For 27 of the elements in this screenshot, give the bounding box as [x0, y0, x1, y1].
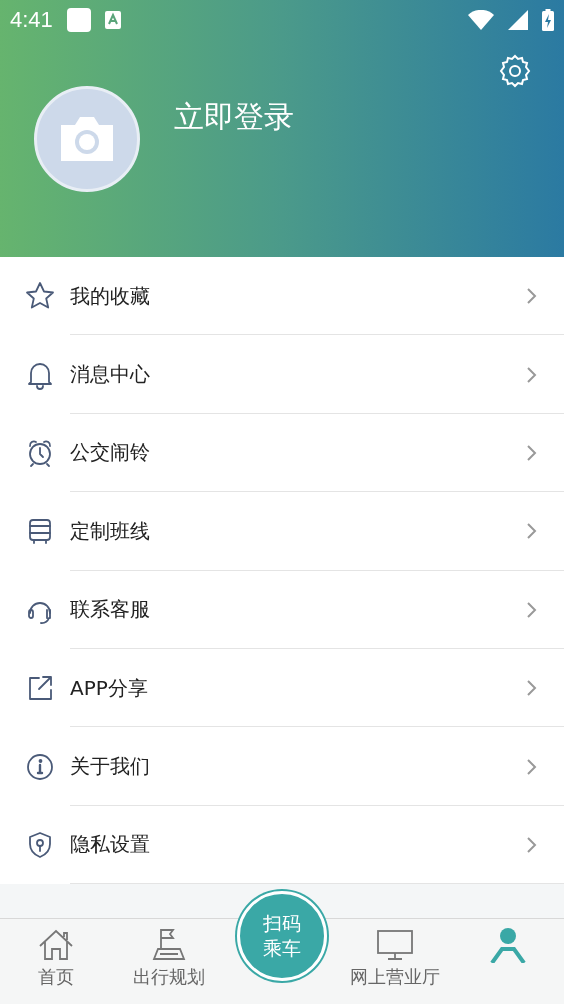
menu-item[interactable]: 关于我们: [70, 753, 526, 781]
menu-item[interactable]: APP分享: [70, 674, 526, 702]
app-notification-icon: [104, 11, 121, 29]
chevron-right-icon: [526, 757, 538, 776]
wifi-icon: [468, 10, 494, 30]
menu-item[interactable]: 联系客服: [70, 596, 526, 624]
menu-item[interactable]: 公交闹铃: [70, 439, 526, 467]
settings-icon[interactable]: [498, 54, 532, 88]
menu-item[interactable]: 隐私设置: [70, 831, 526, 859]
signal-icon: [508, 10, 528, 30]
nav-tab[interactable]: 网上营业厅: [344, 919, 445, 1004]
chevron-right-icon: [526, 365, 538, 384]
chevron-right-icon: [526, 522, 538, 541]
notification-square-icon: [66, 8, 91, 32]
status-time: 4:41: [10, 7, 53, 33]
chevron-right-icon: [526, 679, 538, 698]
menu-item[interactable]: 定制班线: [70, 517, 526, 545]
battery-icon: [542, 9, 554, 31]
chevron-right-icon: [526, 600, 538, 619]
menu-item[interactable]: 消息中心: [70, 361, 526, 389]
menu-item[interactable]: 我的收藏: [70, 282, 526, 310]
info-icon: [25, 751, 55, 782]
chevron-right-icon: [526, 287, 538, 306]
chevron-right-icon: [526, 835, 538, 854]
chevron-right-icon: [526, 443, 538, 462]
nav-tab[interactable]: 出行规划: [119, 919, 220, 1004]
nav-tab[interactable]: 首页: [6, 919, 107, 1004]
